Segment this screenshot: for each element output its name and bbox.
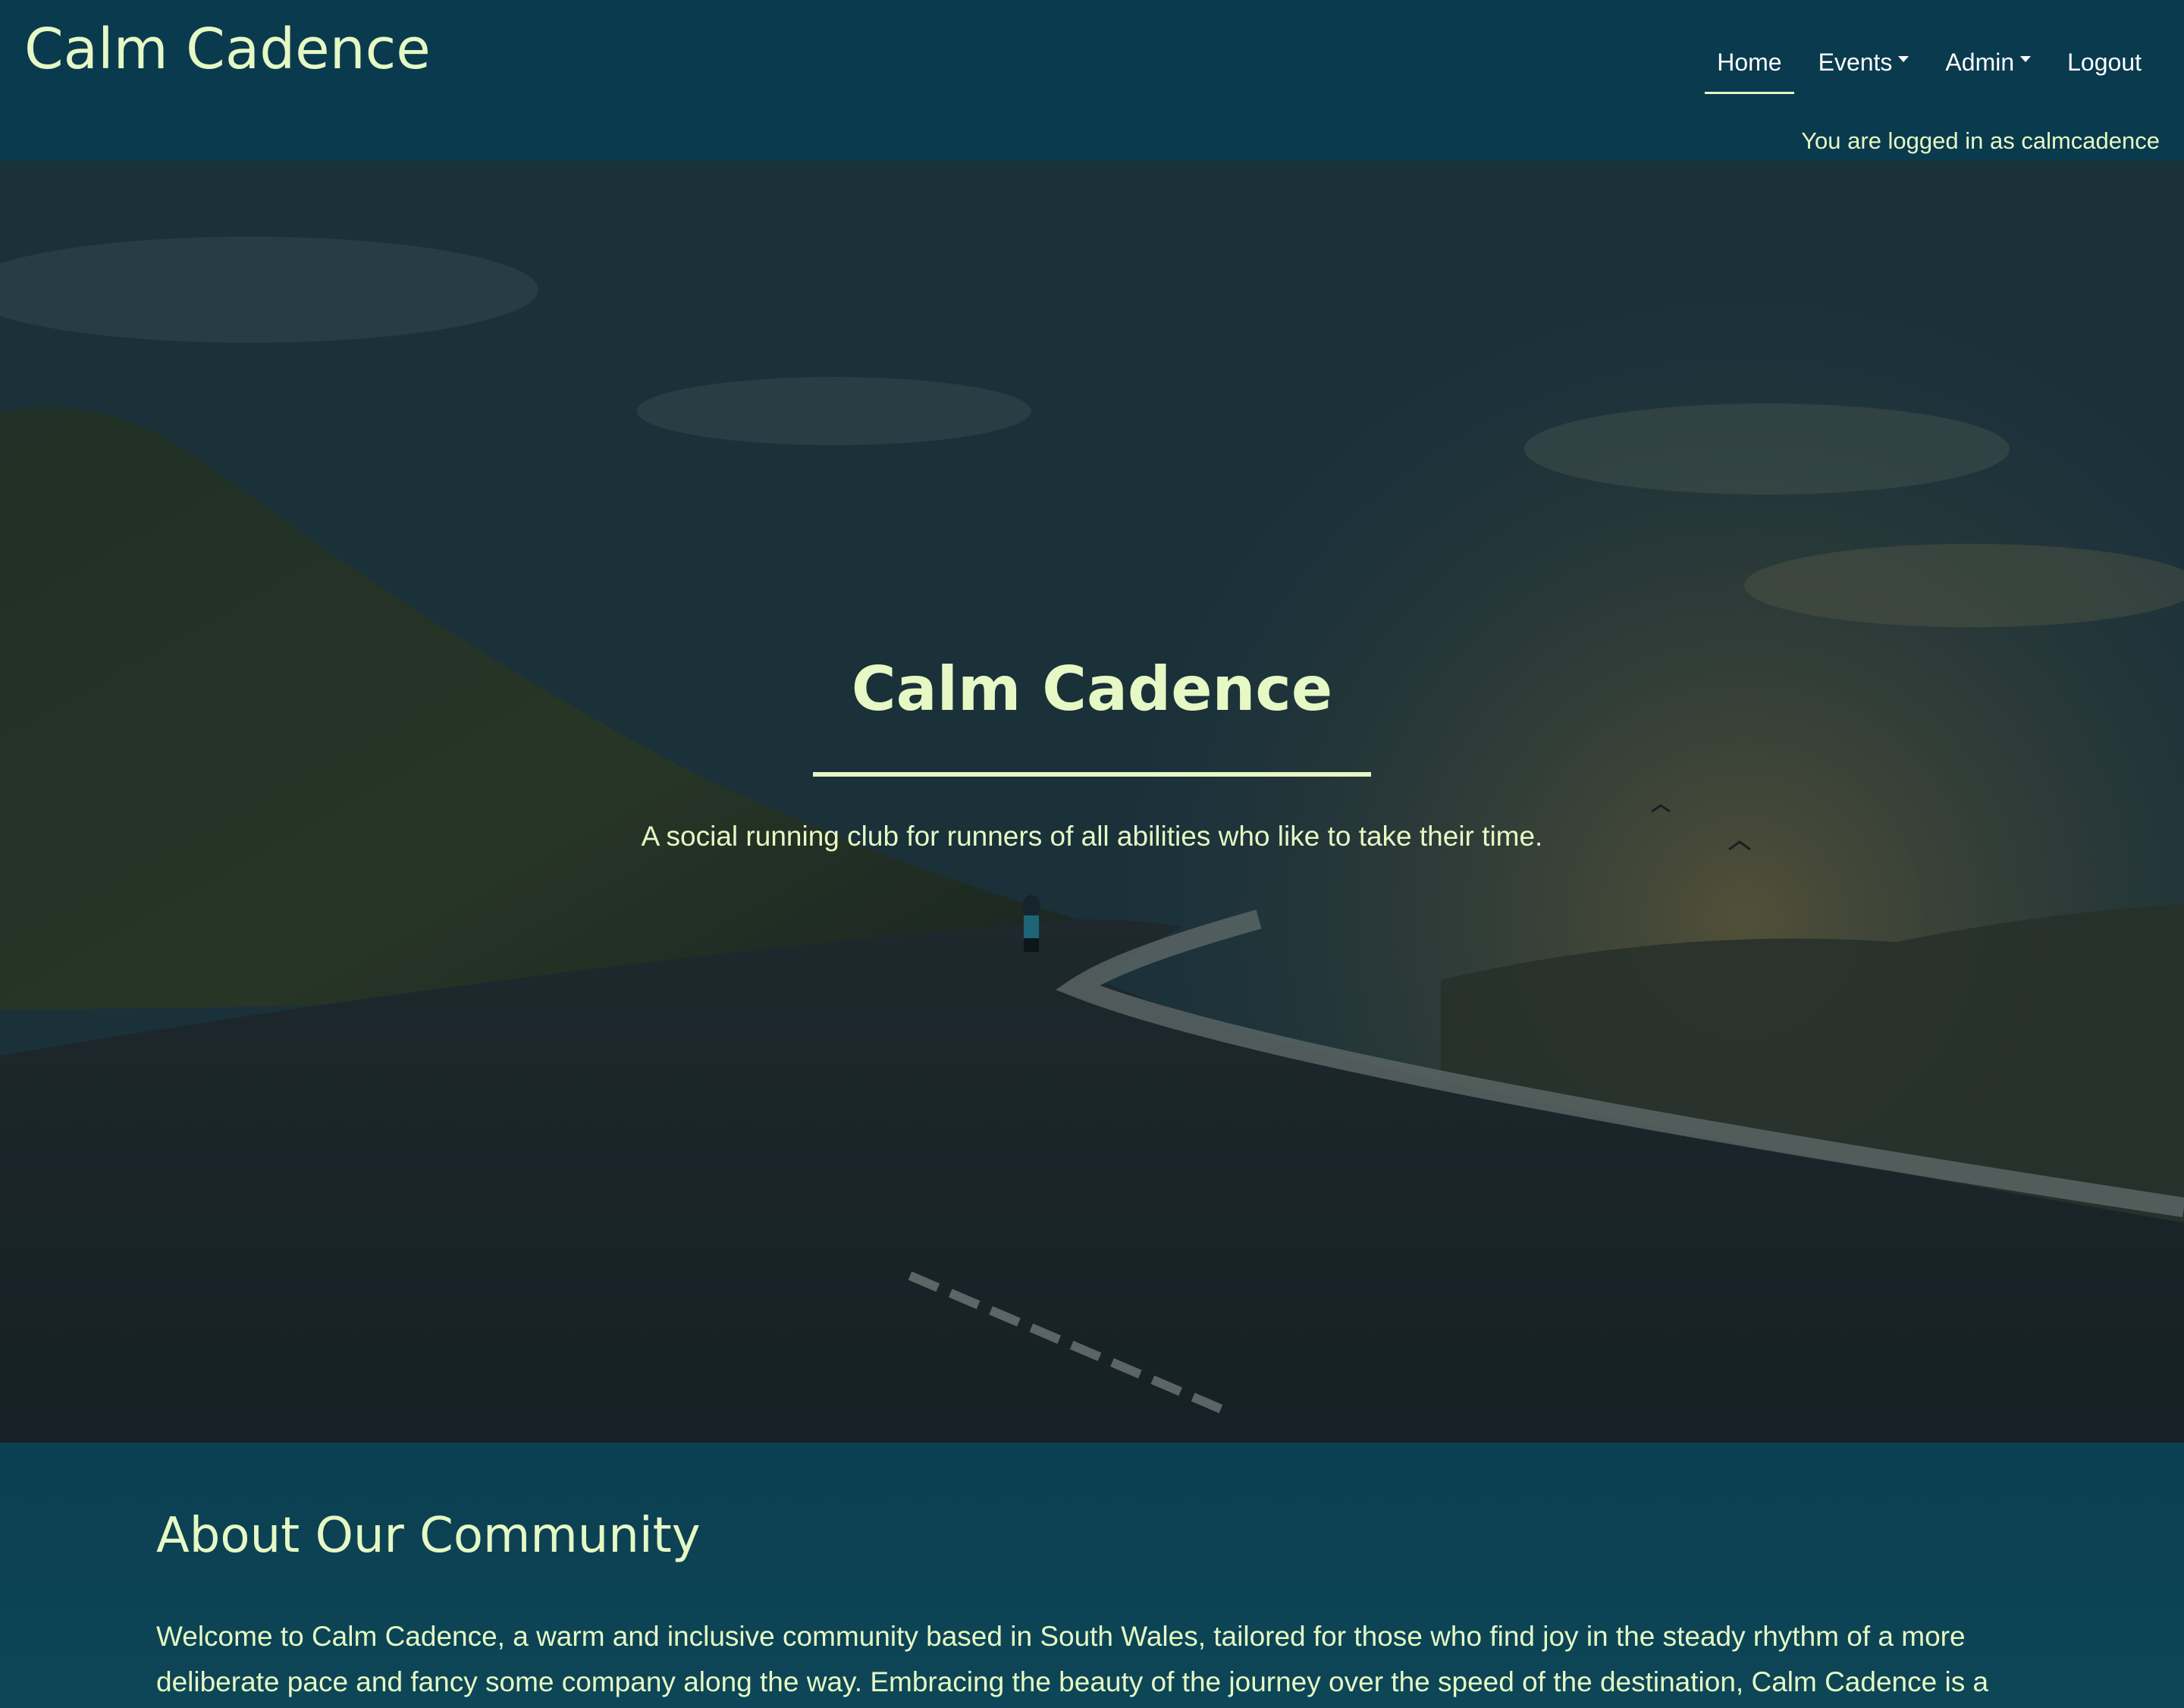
main-nav: Home Events Admin Logout: [1693, 30, 2154, 94]
about-section: About Our Community Welcome to Calm Cade…: [0, 1443, 2184, 1708]
about-body: Welcome to Calm Cadence, a warm and incl…: [156, 1621, 1989, 1697]
caret-down-icon: [2020, 56, 2032, 62]
hero-section: Calm Cadence A social running club for r…: [0, 161, 2184, 1443]
nav-home[interactable]: Home: [1705, 30, 1794, 94]
about-heading: About Our Community: [156, 1508, 701, 1564]
site-header: Calm Cadence Home Events Admin Logout Yo…: [0, 0, 2184, 161]
nav-logout-label: Logout: [2067, 48, 2142, 76]
login-status: You are logged in as calmcadence: [1801, 127, 2160, 154]
hero-tagline: A social running club for runners of all…: [641, 821, 1543, 852]
hero-overlay: [0, 161, 2184, 1443]
nav-logout[interactable]: Logout: [2055, 30, 2154, 94]
nav-home-label: Home: [1717, 48, 1782, 76]
nav-events-dropdown[interactable]: Events: [1806, 30, 1922, 94]
brand-logo-text[interactable]: Calm Cadence: [24, 17, 431, 82]
nav-events-label: Events: [1818, 48, 1893, 76]
hero-divider: [813, 772, 1371, 777]
nav-admin-dropdown[interactable]: Admin: [1933, 30, 2043, 94]
caret-down-icon: [1898, 56, 1909, 62]
nav-admin-label: Admin: [1945, 48, 2015, 76]
hero-title: Calm Cadence: [851, 654, 1333, 724]
